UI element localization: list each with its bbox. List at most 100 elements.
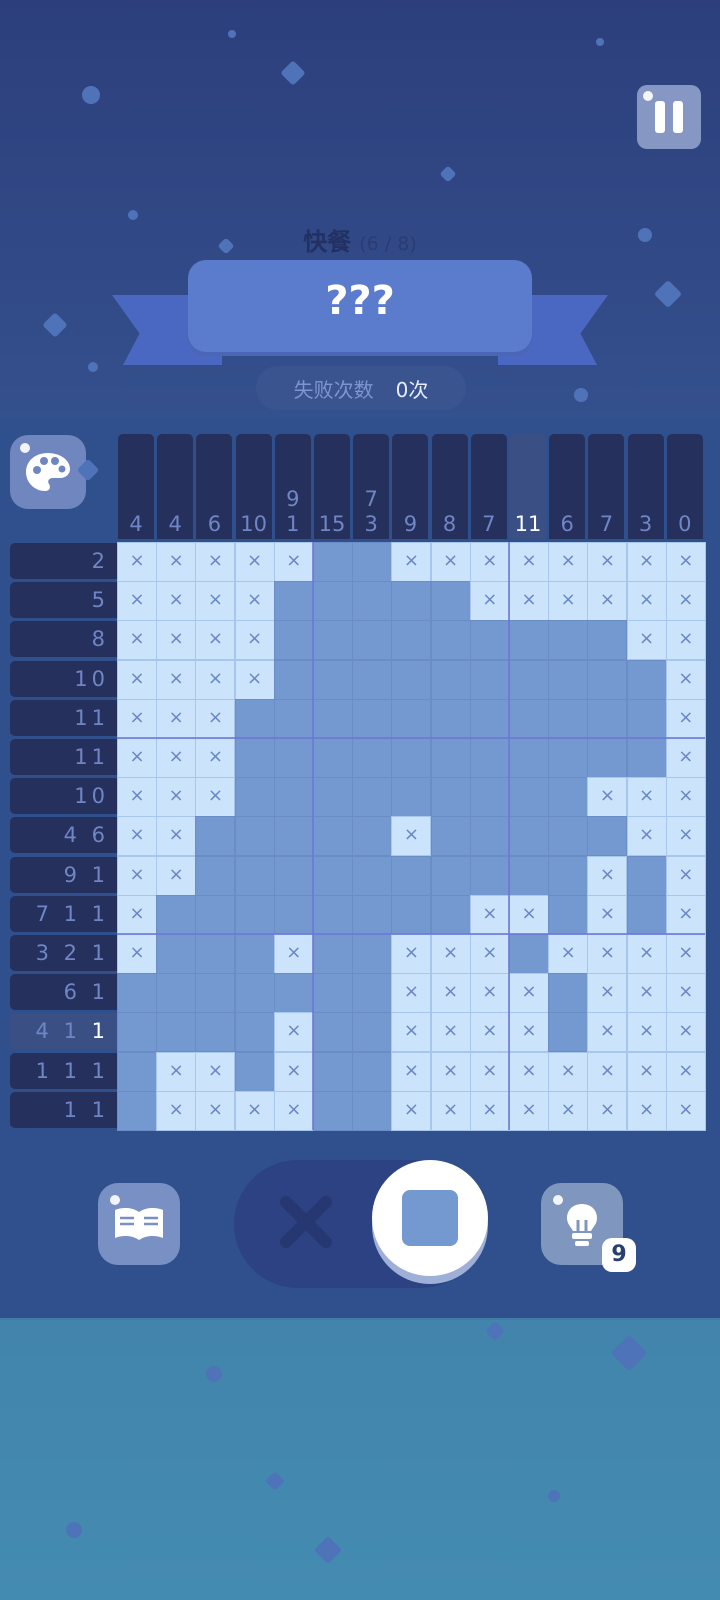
grid-cell-marked[interactable]: × [117, 777, 157, 818]
grid-cell-empty[interactable] [391, 738, 432, 778]
grid-cell-marked[interactable]: × [156, 620, 197, 661]
grid-cell-empty[interactable] [352, 894, 393, 935]
grid-cell-marked[interactable]: × [509, 581, 549, 622]
grid-cell-marked[interactable]: × [626, 581, 667, 622]
palette-button[interactable] [10, 435, 86, 509]
grid-cell-empty[interactable] [430, 698, 471, 739]
grid-cell-marked[interactable]: × [117, 659, 157, 700]
grid-cell-marked[interactable]: × [195, 659, 236, 700]
grid-cell-empty[interactable] [509, 738, 549, 778]
grid-cell-marked[interactable]: × [509, 973, 549, 1014]
grid-cell-marked[interactable]: × [234, 659, 275, 700]
grid-cell-empty[interactable] [391, 659, 432, 700]
grid-cell-empty[interactable] [234, 777, 275, 818]
grid-cell-marked[interactable]: × [195, 1051, 236, 1092]
grid-cell-marked[interactable]: × [626, 1051, 667, 1092]
grid-cell-empty[interactable] [430, 777, 471, 818]
grid-cell-marked[interactable]: × [117, 934, 157, 974]
grid-cell-empty[interactable] [352, 777, 393, 818]
grid-cell-marked[interactable]: × [156, 855, 197, 896]
grid-cell-marked[interactable]: × [665, 738, 706, 778]
grid-cell-marked[interactable]: × [469, 1090, 510, 1131]
grid-cell-marked[interactable]: × [391, 1090, 432, 1131]
grid-cell-empty[interactable] [313, 894, 353, 935]
grid-cell-empty[interactable] [352, 542, 393, 582]
grid-cell-marked[interactable]: × [391, 1012, 432, 1053]
grid-cell-empty[interactable] [234, 1012, 275, 1053]
grid-cell-empty[interactable] [352, 1012, 393, 1053]
grid-cell-marked[interactable]: × [626, 1012, 667, 1053]
grid-cell-empty[interactable] [313, 1012, 353, 1053]
grid-cell-empty[interactable] [469, 738, 510, 778]
grid-cell-empty[interactable] [352, 698, 393, 739]
grid-cell-marked[interactable]: × [391, 542, 432, 582]
grid-cell-empty[interactable] [391, 855, 432, 896]
grid-cell-marked[interactable]: × [156, 581, 197, 622]
grid-cell-marked[interactable]: × [156, 777, 197, 818]
grid-cell-empty[interactable] [509, 659, 549, 700]
grid-cell-empty[interactable] [509, 698, 549, 739]
grid-cell-empty[interactable] [313, 934, 353, 974]
grid-cell-empty[interactable] [234, 973, 275, 1014]
grid-cell-marked[interactable]: × [469, 934, 510, 974]
grid-cell-empty[interactable] [548, 777, 589, 818]
grid-cell-marked[interactable]: × [469, 894, 510, 935]
grid-cell-empty[interactable] [430, 659, 471, 700]
grid-cell-marked[interactable]: × [117, 738, 157, 778]
grid-cell-marked[interactable]: × [665, 659, 706, 700]
grid-cell-empty[interactable] [273, 894, 314, 935]
grid-cell-marked[interactable]: × [626, 816, 667, 857]
grid-cell-empty[interactable] [548, 1012, 589, 1053]
grid-cell-empty[interactable] [587, 698, 628, 739]
grid-cell-empty[interactable] [509, 855, 549, 896]
grid-cell-empty[interactable] [156, 894, 197, 935]
grid-cell-marked[interactable]: × [234, 542, 275, 582]
grid-cell-empty[interactable] [234, 816, 275, 857]
grid-cell-marked[interactable]: × [626, 973, 667, 1014]
grid-cell-marked[interactable]: × [469, 973, 510, 1014]
grid-cell-empty[interactable] [117, 1051, 157, 1092]
grid-cell-empty[interactable] [313, 738, 353, 778]
grid-cell-empty[interactable] [626, 698, 667, 739]
grid-cell-empty[interactable] [352, 659, 393, 700]
grid-cell-empty[interactable] [548, 855, 589, 896]
grid-cell-empty[interactable] [509, 816, 549, 857]
grid-cell-empty[interactable] [313, 816, 353, 857]
grid-cell-empty[interactable] [548, 620, 589, 661]
grid-cell-marked[interactable]: × [587, 855, 628, 896]
grid-cell-empty[interactable] [273, 659, 314, 700]
grid-cell-empty[interactable] [234, 698, 275, 739]
pause-button[interactable] [637, 85, 701, 149]
grid-cell-marked[interactable]: × [587, 1090, 628, 1131]
grid-cell-empty[interactable] [430, 581, 471, 622]
grid-cell-marked[interactable]: × [665, 894, 706, 935]
grid-cell-marked[interactable]: × [665, 816, 706, 857]
grid-cell-marked[interactable]: × [195, 777, 236, 818]
grid-cell-empty[interactable] [430, 620, 471, 661]
grid-cell-empty[interactable] [156, 973, 197, 1014]
grid-cell-empty[interactable] [195, 855, 236, 896]
grid-cell-marked[interactable]: × [626, 542, 667, 582]
grid-cell-marked[interactable]: × [665, 581, 706, 622]
grid-cell-marked[interactable]: × [156, 1090, 197, 1131]
grid-cell-empty[interactable] [391, 894, 432, 935]
grid-cell-marked[interactable]: × [665, 1051, 706, 1092]
grid-cell-empty[interactable] [313, 620, 353, 661]
grid-cell-empty[interactable] [273, 777, 314, 818]
grid-cell-empty[interactable] [273, 698, 314, 739]
grid-cell-marked[interactable]: × [665, 777, 706, 818]
grid-cell-marked[interactable]: × [626, 620, 667, 661]
grid-cell-marked[interactable]: × [548, 1090, 589, 1131]
grid-cell-empty[interactable] [548, 894, 589, 935]
grid-cell-marked[interactable]: × [430, 973, 471, 1014]
grid-cell-empty[interactable] [313, 1090, 353, 1131]
grid-cell-empty[interactable] [352, 581, 393, 622]
grid-cell-marked[interactable]: × [234, 1090, 275, 1131]
grid-cell-marked[interactable]: × [117, 816, 157, 857]
grid-cell-marked[interactable]: × [548, 581, 589, 622]
grid-cell-marked[interactable]: × [469, 542, 510, 582]
grid-cell-marked[interactable]: × [626, 777, 667, 818]
grid-cell-marked[interactable]: × [234, 620, 275, 661]
grid-cell-empty[interactable] [548, 738, 589, 778]
grid-cell-marked[interactable]: × [665, 698, 706, 739]
